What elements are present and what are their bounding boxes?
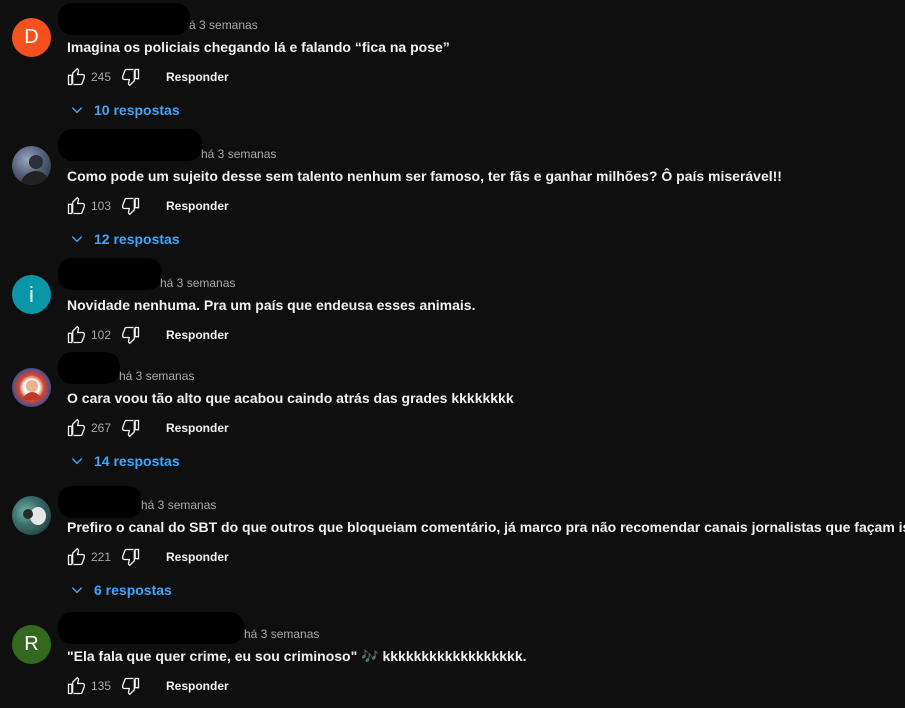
thumbs-down-icon bbox=[122, 197, 140, 216]
view-replies-button[interactable]: 14 respostas bbox=[70, 453, 180, 469]
like-button[interactable] bbox=[66, 67, 86, 87]
replies-count: 12 respostas bbox=[94, 231, 180, 247]
replies-count: 6 respostas bbox=[94, 582, 172, 598]
comment-timestamp[interactable]: há 3 semanas bbox=[160, 276, 235, 290]
dislike-button[interactable] bbox=[121, 418, 141, 438]
like-button[interactable] bbox=[66, 676, 86, 696]
comment-text: "Ela fala que quer crime, eu sou crimino… bbox=[67, 648, 527, 664]
comment-actions: 245 Responder bbox=[66, 66, 229, 88]
comment-text: Imagina os policiais chegando lá e falan… bbox=[67, 39, 450, 55]
thumbs-down-icon bbox=[122, 419, 140, 438]
like-count: 245 bbox=[91, 70, 112, 84]
thumbs-down-icon bbox=[122, 68, 140, 87]
comment-timestamp[interactable]: há 3 semanas bbox=[119, 369, 194, 383]
replies-count: 14 respostas bbox=[94, 453, 180, 469]
like-button[interactable] bbox=[66, 418, 86, 438]
profile-photo-icon bbox=[22, 380, 42, 400]
reply-button[interactable]: Responder bbox=[166, 328, 229, 342]
dislike-button[interactable] bbox=[121, 547, 141, 567]
thumbs-up-icon bbox=[67, 547, 85, 566]
reply-button[interactable]: Responder bbox=[166, 421, 229, 435]
comment-actions: 267 Responder bbox=[66, 417, 229, 439]
profile-photo-icon bbox=[20, 155, 50, 185]
chevron-down-icon bbox=[71, 587, 83, 594]
view-replies-button[interactable]: 6 respostas bbox=[70, 582, 172, 598]
like-count: 221 bbox=[91, 550, 112, 564]
thumbs-up-icon bbox=[67, 325, 85, 344]
like-count: 135 bbox=[91, 679, 112, 693]
replies-count: 10 respostas bbox=[94, 102, 180, 118]
comment-text: Como pode um sujeito desse sem talento n… bbox=[67, 168, 782, 184]
comment-text: Novidade nenhuma. Pra um país que endeus… bbox=[67, 297, 476, 313]
like-button[interactable] bbox=[66, 325, 86, 345]
redacted-username bbox=[58, 612, 244, 644]
reply-button[interactable]: Responder bbox=[166, 199, 229, 213]
reply-button[interactable]: Responder bbox=[166, 550, 229, 564]
thumbs-down-icon bbox=[122, 548, 140, 567]
redacted-username bbox=[58, 258, 162, 290]
thumbs-up-icon bbox=[67, 676, 85, 695]
comment-timestamp[interactable]: há 3 semanas bbox=[244, 627, 319, 641]
comment-timestamp[interactable]: há 3 semanas bbox=[201, 147, 276, 161]
redacted-username bbox=[58, 3, 190, 35]
reply-button[interactable]: Responder bbox=[166, 679, 229, 693]
chevron-down-icon bbox=[71, 107, 83, 114]
reply-button[interactable]: Responder bbox=[166, 70, 229, 84]
dislike-button[interactable] bbox=[121, 196, 141, 216]
avatar[interactable]: D bbox=[12, 18, 51, 57]
like-button[interactable] bbox=[66, 547, 86, 567]
like-button[interactable] bbox=[66, 196, 86, 216]
profile-photo-icon bbox=[23, 507, 46, 525]
redacted-username bbox=[58, 486, 142, 518]
redacted-username bbox=[58, 129, 202, 161]
avatar-letter: R bbox=[24, 633, 39, 655]
avatar[interactable] bbox=[12, 368, 51, 407]
like-count: 102 bbox=[91, 328, 112, 342]
comment-actions: 102 Responder bbox=[66, 324, 229, 346]
thumbs-up-icon bbox=[67, 67, 85, 86]
redacted-username bbox=[58, 352, 120, 384]
dislike-button[interactable] bbox=[121, 325, 141, 345]
avatar-letter: D bbox=[24, 26, 39, 48]
comment-text: Prefiro o canal do SBT do que outros que… bbox=[67, 519, 905, 535]
thumbs-down-icon bbox=[122, 677, 140, 696]
thumbs-up-icon bbox=[67, 196, 85, 215]
comment-actions: 135 Responder bbox=[66, 675, 229, 697]
comment-actions: 221 Responder bbox=[66, 546, 229, 568]
comment-timestamp[interactable]: á 3 semanas bbox=[189, 18, 258, 32]
dislike-button[interactable] bbox=[121, 67, 141, 87]
view-replies-button[interactable]: 12 respostas bbox=[70, 231, 180, 247]
like-count: 103 bbox=[91, 199, 112, 213]
thumbs-down-icon bbox=[122, 326, 140, 345]
avatar-letter: i bbox=[29, 281, 34, 307]
comment-actions: 103 Responder bbox=[66, 195, 229, 217]
avatar[interactable]: R bbox=[12, 625, 51, 664]
like-count: 267 bbox=[91, 421, 112, 435]
comment-text: O cara voou tão alto que acabou caindo a… bbox=[67, 390, 514, 406]
avatar[interactable] bbox=[12, 146, 51, 185]
avatar[interactable]: i bbox=[12, 275, 51, 314]
dislike-button[interactable] bbox=[121, 676, 141, 696]
chevron-down-icon bbox=[71, 236, 83, 243]
avatar[interactable] bbox=[12, 496, 51, 535]
view-replies-button[interactable]: 10 respostas bbox=[70, 102, 180, 118]
chevron-down-icon bbox=[71, 458, 83, 465]
thumbs-up-icon bbox=[67, 418, 85, 437]
comment-timestamp[interactable]: há 3 semanas bbox=[141, 498, 216, 512]
